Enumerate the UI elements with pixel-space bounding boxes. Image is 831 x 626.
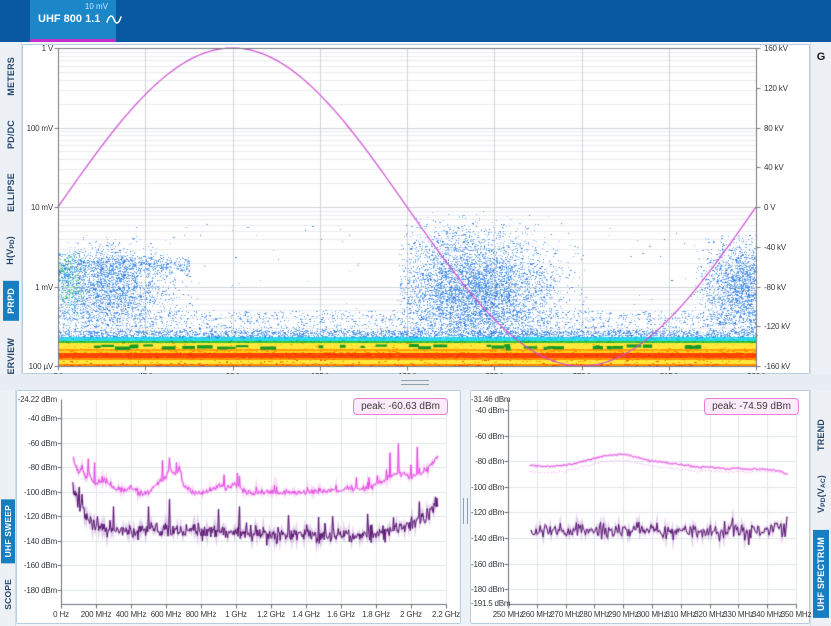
sidebar-item-uhf-sweep[interactable]: UHF SWEEP — [1, 499, 15, 563]
sidebar-item-label: ) — [816, 475, 826, 478]
sidebar-item-ellipse[interactable]: ELLIPSE — [3, 166, 19, 219]
sidebar-item-label: SCOPE — [3, 579, 13, 610]
sidebar-item-label: AC — [819, 478, 826, 488]
uhf-spectrum-chart-panel: -31.46 dBm-191.5 dBm-40 dBm-60 dBm-80 dB… — [470, 390, 810, 624]
vertical-splitter-grip[interactable] — [463, 498, 468, 524]
uhf-sweep-chart-canvas[interactable] — [17, 391, 460, 623]
sidebar-item-label: PD — [9, 239, 16, 248]
sidebar-item-h-vpd[interactable]: H(VPD) — [2, 229, 19, 272]
sweep-peak-readout: peak: -60.63 dBm — [353, 398, 448, 415]
horizontal-splitter — [0, 374, 831, 390]
sidebar-item-trend[interactable]: TREND — [813, 412, 829, 458]
sidebar-item-label: UHF SPECTRUM — [816, 537, 826, 611]
sidebar-item-vpd-vac[interactable]: VPD(VAC) — [813, 468, 830, 520]
device-tab[interactable]: 10 mV UHF 800 1.1 — [30, 0, 116, 42]
sidebar-item-prpd[interactable]: PRPD — [3, 281, 19, 321]
sidebar-bottom-right: TREND VPD(VAC) UHF SPECTRUM — [810, 374, 831, 626]
sidebar-top-left: METERSPD/DCELLIPSEH(VPD)PRPDSYSTEM OVERV… — [0, 42, 22, 374]
sidebar-item-label: V — [816, 507, 826, 513]
sidebar-item-label: PD — [819, 497, 826, 506]
titlebar: 10 mV UHF 800 1.1 — [0, 0, 831, 42]
sidebar-item-scope[interactable]: SCOPE — [1, 573, 15, 616]
range-readout: 10 mV — [85, 2, 108, 11]
sidebar-item-uhf-spectrum[interactable]: UHF SPECTRUM — [813, 530, 829, 618]
sidebar-top-right: G — [810, 42, 831, 374]
spectrum-peak-readout: peak: -74.59 dBm — [704, 398, 799, 415]
prpd-chart-canvas[interactable] — [23, 45, 809, 373]
uhf-spectrum-chart-canvas[interactable] — [471, 391, 809, 623]
sidebar-item-meters[interactable]: METERS — [3, 50, 19, 103]
sidebar-item-label: (V — [816, 488, 826, 497]
vertical-splitter — [461, 390, 470, 624]
sidebar-item-label: PRPD — [6, 288, 16, 314]
sidebar-item-label: ) — [5, 236, 15, 239]
sidebar-item-label: TREND — [816, 419, 826, 451]
sine-wave-icon — [106, 14, 122, 25]
sidebar-item-pd-dc[interactable]: PD/DC — [3, 113, 19, 156]
active-tab-accent — [30, 39, 116, 42]
g-panel-button[interactable]: G — [815, 47, 828, 67]
sidebar-item-label: PD/DC — [6, 120, 16, 149]
sidebar-item-label: H(V — [5, 248, 15, 264]
sidebar-item-label: METERS — [6, 57, 16, 96]
sidebar-item-label: UHF SWEEP — [3, 505, 13, 557]
uhf-sweep-chart-panel: -24.22 dBm-40 dBm-60 dBm-80 dBm-100 dBm-… — [16, 390, 461, 624]
prpd-chart-panel: 1 V100 mV10 mV1 mV100 µV160 kV120 kV80 k… — [22, 44, 810, 374]
application-window: 10 mV UHF 800 1.1 METERSPD/DCELLIPSEH(VP… — [0, 0, 831, 626]
sidebar-bottom-left: UHF SWEEP SCOPE — [0, 374, 16, 626]
device-tab-label: UHF 800 1.1 — [38, 13, 100, 25]
sidebar-item-label: ELLIPSE — [6, 173, 16, 212]
horizontal-splitter-grip[interactable] — [401, 380, 429, 385]
